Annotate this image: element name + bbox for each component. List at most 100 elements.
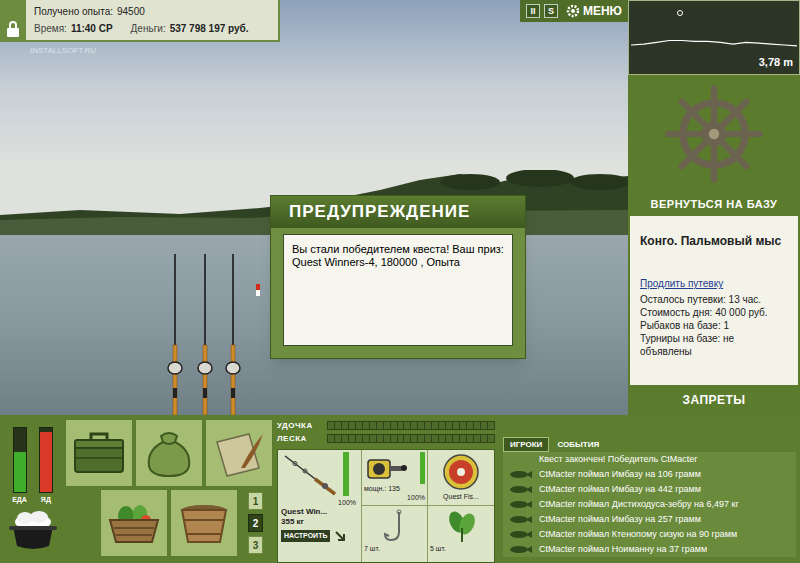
gauge-segment: [460, 422, 466, 429]
gauge-segment: [404, 422, 410, 429]
hook-slot[interactable]: 7 шт.: [362, 506, 428, 562]
gauge-segment: [481, 435, 487, 442]
gauge-segment: [356, 435, 362, 442]
gauge-segment: [439, 435, 445, 442]
extend-link[interactable]: Продлить путевку: [640, 276, 788, 291]
line-spool-icon: [441, 452, 481, 492]
gauge-segment: [384, 422, 390, 429]
location-name: Конго. Пальмовый мыс: [640, 232, 788, 250]
feed-item: CtMacter поймал Дистиходуса-зебру на 6,4…: [503, 497, 796, 512]
rods-icon[interactable]: [160, 250, 270, 415]
gauge-segment: [467, 435, 473, 442]
tackle-box-icon[interactable]: [65, 419, 133, 487]
menu-button[interactable]: МЕНЮ: [566, 2, 622, 20]
inventory-tab[interactable]: 3: [248, 536, 263, 554]
fish-icon: [509, 530, 533, 539]
top-area: Получено опыта: 94500 Время: 11:40 СР Де…: [0, 0, 800, 415]
bait-slot[interactable]: 5 шт.: [428, 506, 494, 562]
tackle-grid: мощн.: 135 100% Quest Fis... 7 шт.: [362, 450, 494, 562]
feed-item: CtMacter поймал Ктенопому сизую на 90 гр…: [503, 527, 796, 542]
tackle-panel: УДОЧКАЛЕСКА 100% Quest Win... 355 кг: [275, 415, 497, 563]
meter-color: [14, 452, 26, 492]
rod-visual: [281, 452, 358, 498]
rod-condition-fill: [343, 452, 349, 496]
feed-spacer: [509, 455, 533, 464]
reel-condition: 100%: [364, 493, 425, 502]
gauge-segment: [425, 422, 431, 429]
gauge-segment: [377, 422, 383, 429]
reel-condition-fill: [420, 452, 425, 484]
setup-row: НАСТРОИТЬ: [281, 530, 358, 542]
return-to-base-button[interactable]: ВЕРНУТЬСЯ НА БАЗУ: [628, 192, 800, 216]
gauge-segment: [363, 422, 369, 429]
setup-button[interactable]: НАСТРОИТЬ: [281, 530, 330, 542]
reel-slot[interactable]: мощн.: 135 100%: [362, 450, 428, 506]
reel-visual: [364, 452, 425, 484]
gauge-segment: [425, 435, 431, 442]
feed-text: CtMacter поймал Имбазу на 257 грамм: [539, 514, 701, 525]
meter-track: [39, 427, 53, 493]
inventory-tab[interactable]: 1: [248, 492, 263, 510]
money-label: Деньги:: [131, 23, 166, 35]
hud-panel: Получено опыта: 94500 Время: 11:40 СР Де…: [0, 0, 280, 42]
gauge-track: [327, 434, 495, 443]
tackle-slots: 100% Quest Win... 355 кг НАСТРОИТЬ: [277, 449, 495, 563]
gauge-label: УДОЧКА: [277, 420, 327, 432]
gauge-segment: [404, 435, 410, 442]
bans-button[interactable]: ЗАПРЕТЫ: [628, 385, 800, 415]
gauge-segments: [328, 422, 494, 429]
time-label: Время:: [34, 23, 67, 35]
pot-icon[interactable]: [7, 508, 59, 552]
toggle-button[interactable]: II: [526, 4, 540, 18]
gauge-segment: [370, 435, 376, 442]
experience: Получено опыта: 94500: [34, 6, 249, 18]
fish-icon: [509, 470, 533, 479]
feed-tab[interactable]: ИГРОКИ: [503, 437, 549, 452]
feed-text: CtMacter поймал Имбазу на 442 грамм: [539, 484, 701, 495]
dialog-body: Вы стали победителем квеста! Ваш приз: Q…: [271, 228, 525, 358]
gauge-segments: [328, 435, 494, 442]
inventory-row: [65, 419, 275, 487]
gauge-segment: [446, 422, 452, 429]
feed-text: CtMacter поймал Ноиманну на 37 грамм: [539, 544, 707, 555]
arrow-icon[interactable]: [334, 530, 346, 542]
hook-count: 7 шт.: [364, 544, 380, 553]
gauge-segment: [418, 435, 424, 442]
feed-tab[interactable]: СОБЫТИЯ: [551, 437, 605, 452]
gauge-segment: [474, 435, 480, 442]
rod-name: Quest Win...: [281, 507, 358, 517]
gauge-segment: [453, 435, 459, 442]
gauge-segment: [328, 422, 334, 429]
toggle-button[interactable]: S: [544, 4, 558, 18]
line-slot[interactable]: Quest Fis...: [428, 450, 494, 506]
gauge-segment: [363, 435, 369, 442]
gauge: ЛЕСКА: [277, 432, 495, 445]
basket-icon[interactable]: [100, 489, 168, 557]
rod-condition: 100%: [281, 498, 358, 507]
rod-slot[interactable]: 100% Quest Win... 355 кг НАСТРОИТЬ: [278, 450, 362, 562]
fish-icon: [509, 515, 533, 524]
game-scene[interactable]: Получено опыта: 94500 Время: 11:40 СР Де…: [0, 0, 628, 415]
feed-item: CtMacter поймал Имбазу на 442 грамм: [503, 482, 796, 497]
notes-icon[interactable]: [205, 419, 273, 487]
gauge-segment: [432, 422, 438, 429]
gauge-segment: [342, 422, 348, 429]
fish-icon: [509, 545, 533, 554]
inventory: 1 2 3: [65, 415, 275, 563]
inventory-tab[interactable]: 2: [248, 514, 263, 532]
gauge-segment: [474, 422, 480, 429]
feed-text: Квест закончен! Победитель CtMacter: [539, 454, 697, 465]
gauge-segment: [328, 435, 334, 442]
meter-label: ЕДА: [12, 495, 27, 504]
location-info: Конго. Пальмовый мыс Продлить путевку Ос…: [630, 216, 798, 385]
bucket-icon[interactable]: [170, 489, 238, 557]
dialog-message: Вы стали победителем квеста! Ваш приз: Q…: [283, 234, 513, 346]
lock-icon[interactable]: [0, 0, 26, 40]
depth-reading: 3,78 m: [759, 54, 793, 71]
line-name: Quest Fis...: [443, 492, 479, 501]
location-detail: Осталось путевки: 13 час.: [640, 293, 788, 306]
meter: ЕДА: [12, 427, 27, 504]
sack-icon[interactable]: [135, 419, 203, 487]
ship-wheel-icon[interactable]: [628, 75, 800, 192]
gauges: УДОЧКАЛЕСКА: [277, 419, 495, 445]
